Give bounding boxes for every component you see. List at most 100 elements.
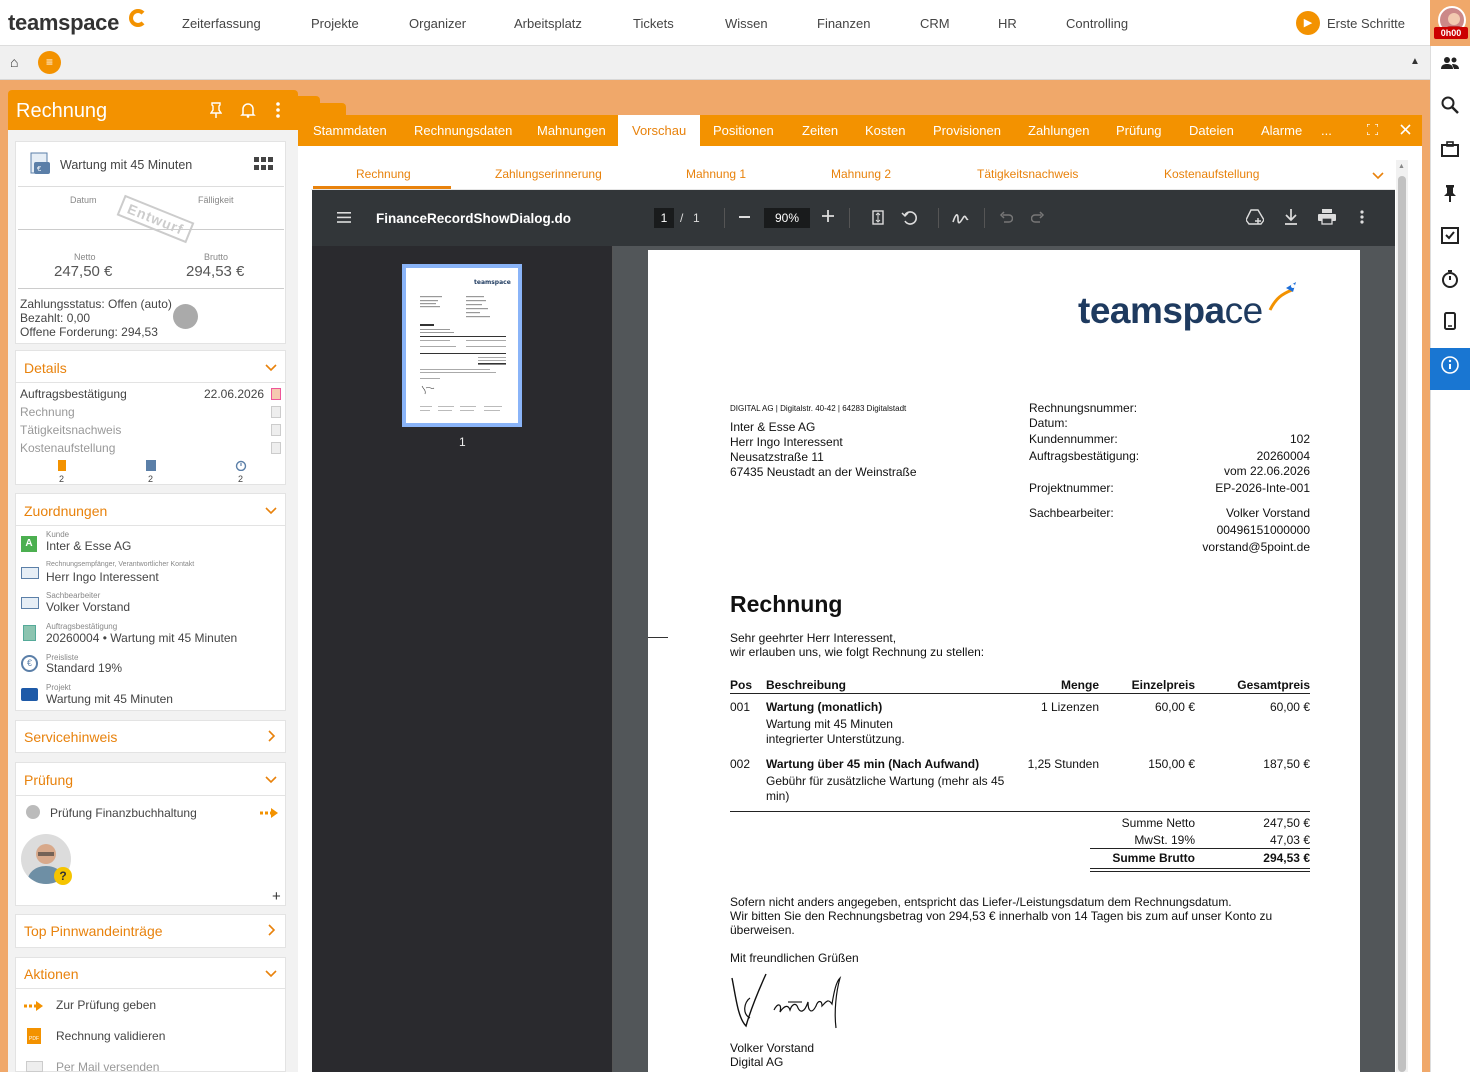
subtab-zahlungserinnerung[interactable]: Zahlungserinnerung xyxy=(495,167,602,181)
subtab-mahnung-1[interactable]: Mahnung 1 xyxy=(686,167,746,181)
subtab-taetigkeitsnachweis[interactable]: Tätigkeitsnachweis xyxy=(977,167,1078,181)
pruefung-title[interactable]: Prüfung xyxy=(24,772,73,788)
erste-schritte-link[interactable]: Erste Schritte xyxy=(1327,16,1405,31)
stopwatch-icon[interactable] xyxy=(235,459,247,474)
tab-vorschau[interactable]: Vorschau xyxy=(632,123,686,138)
tab-rechnungsdaten[interactable]: Rechnungsdaten xyxy=(414,123,512,138)
servicehinweis-title[interactable]: Servicehinweis xyxy=(24,729,117,745)
collapse-up-icon[interactable]: ▲ xyxy=(1410,56,1420,67)
people-icon[interactable] xyxy=(1430,46,1470,84)
action-zur-pruefung[interactable]: Zur Prüfung geben xyxy=(56,998,156,1012)
pdf-icon[interactable] xyxy=(271,406,281,418)
tab-kosten[interactable]: Kosten xyxy=(865,123,905,138)
hamburger-menu-icon[interactable] xyxy=(337,212,351,226)
subtab-mahnung-2[interactable]: Mahnung 2 xyxy=(831,167,891,181)
nav-arbeitsplatz[interactable]: Arbeitsplatz xyxy=(514,16,582,31)
annotate-icon[interactable] xyxy=(952,210,969,228)
stopwatch-icon[interactable] xyxy=(1430,264,1470,302)
subtab-kostenaufstellung[interactable]: Kostenaufstellung xyxy=(1164,167,1259,181)
fit-page-icon[interactable] xyxy=(872,210,884,228)
detail-auftragsbestaetigung[interactable]: Auftragsbestätigung xyxy=(20,387,127,401)
nav-crm[interactable]: CRM xyxy=(920,16,950,31)
pdf-icon[interactable] xyxy=(271,442,281,454)
zuordnung-kunde[interactable]: Inter & Esse AG xyxy=(46,539,131,553)
redo-icon[interactable] xyxy=(1030,211,1045,226)
nav-controlling[interactable]: Controlling xyxy=(1066,16,1128,31)
bell-icon[interactable] xyxy=(240,102,256,122)
arrow-right-icon[interactable] xyxy=(260,807,278,821)
nav-tickets[interactable]: Tickets xyxy=(633,16,674,31)
pinnwand-title[interactable]: Top Pinnwandeinträge xyxy=(24,923,163,939)
zuordnung-sachbearbeiter[interactable]: Volker Vorstand xyxy=(46,600,130,614)
pruefung-item[interactable]: Prüfung Finanzbuchhaltung xyxy=(50,806,197,820)
page-number-input[interactable]: 1 xyxy=(654,208,674,228)
maximize-icon[interactable] xyxy=(1366,123,1379,138)
zoom-input[interactable]: 90% xyxy=(764,208,810,228)
download-icon[interactable] xyxy=(1284,209,1298,228)
menu-icon[interactable]: ≡ xyxy=(38,51,61,74)
phone-icon[interactable] xyxy=(1430,306,1470,344)
tab-zahlungen[interactable]: Zahlungen xyxy=(1028,123,1089,138)
home-icon[interactable]: ⌂ xyxy=(10,54,18,70)
tab-provisionen[interactable]: Provisionen xyxy=(933,123,1001,138)
save-drive-icon[interactable] xyxy=(1245,209,1265,228)
scrollbar-thumb[interactable] xyxy=(1398,176,1406,1072)
zuordnung-preisliste[interactable]: Standard 19% xyxy=(46,661,122,675)
aktionen-title[interactable]: Aktionen xyxy=(24,966,78,982)
info-icon[interactable] xyxy=(1430,348,1470,390)
briefcase-icon[interactable] xyxy=(1430,133,1470,171)
chevron-right-icon[interactable] xyxy=(268,924,276,939)
action-per-mail[interactable]: Per Mail versenden xyxy=(56,1060,159,1072)
nav-organizer[interactable]: Organizer xyxy=(409,16,466,31)
tab-alarme[interactable]: Alarme xyxy=(1261,123,1302,138)
page-thumbnail[interactable]: teamspace xyxy=(402,264,522,427)
nav-projekte[interactable]: Projekte xyxy=(311,16,359,31)
nav-hr[interactable]: HR xyxy=(998,16,1017,31)
add-reviewer-button[interactable]: + xyxy=(272,888,281,905)
zuordnungen-title[interactable]: Zuordnungen xyxy=(24,503,107,519)
pin-icon[interactable] xyxy=(209,102,223,122)
detail-kostenaufstellung[interactable]: Kostenaufstellung xyxy=(20,441,115,455)
print-icon[interactable] xyxy=(1318,209,1336,228)
time-tracker-badge[interactable]: 0h00 xyxy=(1434,27,1468,39)
detail-rechnung[interactable]: Rechnung xyxy=(20,405,75,419)
document-icon[interactable] xyxy=(58,460,66,471)
tab-positionen[interactable]: Positionen xyxy=(713,123,774,138)
rotate-icon[interactable] xyxy=(901,209,918,229)
nav-wissen[interactable]: Wissen xyxy=(725,16,768,31)
zoom-out-icon[interactable] xyxy=(739,216,750,218)
pdf-icon[interactable] xyxy=(271,424,281,436)
more-vertical-icon[interactable] xyxy=(276,102,280,122)
pdf-icon[interactable] xyxy=(271,388,281,400)
chevron-down-icon[interactable] xyxy=(1372,169,1384,183)
details-title[interactable]: Details xyxy=(24,360,67,376)
tab-mahnungen[interactable]: Mahnungen xyxy=(537,123,606,138)
chevron-down-icon[interactable] xyxy=(265,361,277,375)
scroll-up-icon[interactable]: ▲ xyxy=(1398,163,1405,170)
subtab-rechnung[interactable]: Rechnung xyxy=(356,167,411,181)
close-icon[interactable] xyxy=(1400,124,1411,138)
tab-pruefung[interactable]: Prüfung xyxy=(1116,123,1162,138)
grid-icon[interactable] xyxy=(254,157,274,174)
chevron-down-icon[interactable] xyxy=(265,773,277,787)
detail-taetigkeitsnachweis[interactable]: Tätigkeitsnachweis xyxy=(20,423,121,437)
checklist-icon[interactable] xyxy=(1430,220,1470,258)
nav-zeiterfassung[interactable]: Zeiterfassung xyxy=(182,16,261,31)
invoice-icon[interactable] xyxy=(146,460,156,471)
tab-more[interactable]: ... xyxy=(1321,123,1332,138)
tab-stammdaten[interactable]: Stammdaten xyxy=(313,123,387,138)
tab-dateien[interactable]: Dateien xyxy=(1189,123,1234,138)
undo-icon[interactable] xyxy=(999,211,1014,226)
chevron-right-icon[interactable] xyxy=(268,730,276,745)
action-validieren[interactable]: Rechnung validieren xyxy=(56,1029,165,1043)
chevron-down-icon[interactable] xyxy=(265,967,277,981)
search-icon[interactable] xyxy=(1430,90,1470,128)
chevron-down-icon[interactable] xyxy=(265,504,277,518)
zuordnung-empfaenger[interactable]: Herr Ingo Interessent xyxy=(46,570,159,584)
zoom-in-icon[interactable] xyxy=(822,210,834,225)
tab-zeiten[interactable]: Zeiten xyxy=(802,123,838,138)
pin-icon[interactable] xyxy=(1430,178,1470,216)
zuordnung-auftrag[interactable]: 20260004 • Wartung mit 45 Minuten xyxy=(46,631,237,645)
play-icon[interactable]: ▶ xyxy=(1296,11,1320,35)
nav-finanzen[interactable]: Finanzen xyxy=(817,16,870,31)
